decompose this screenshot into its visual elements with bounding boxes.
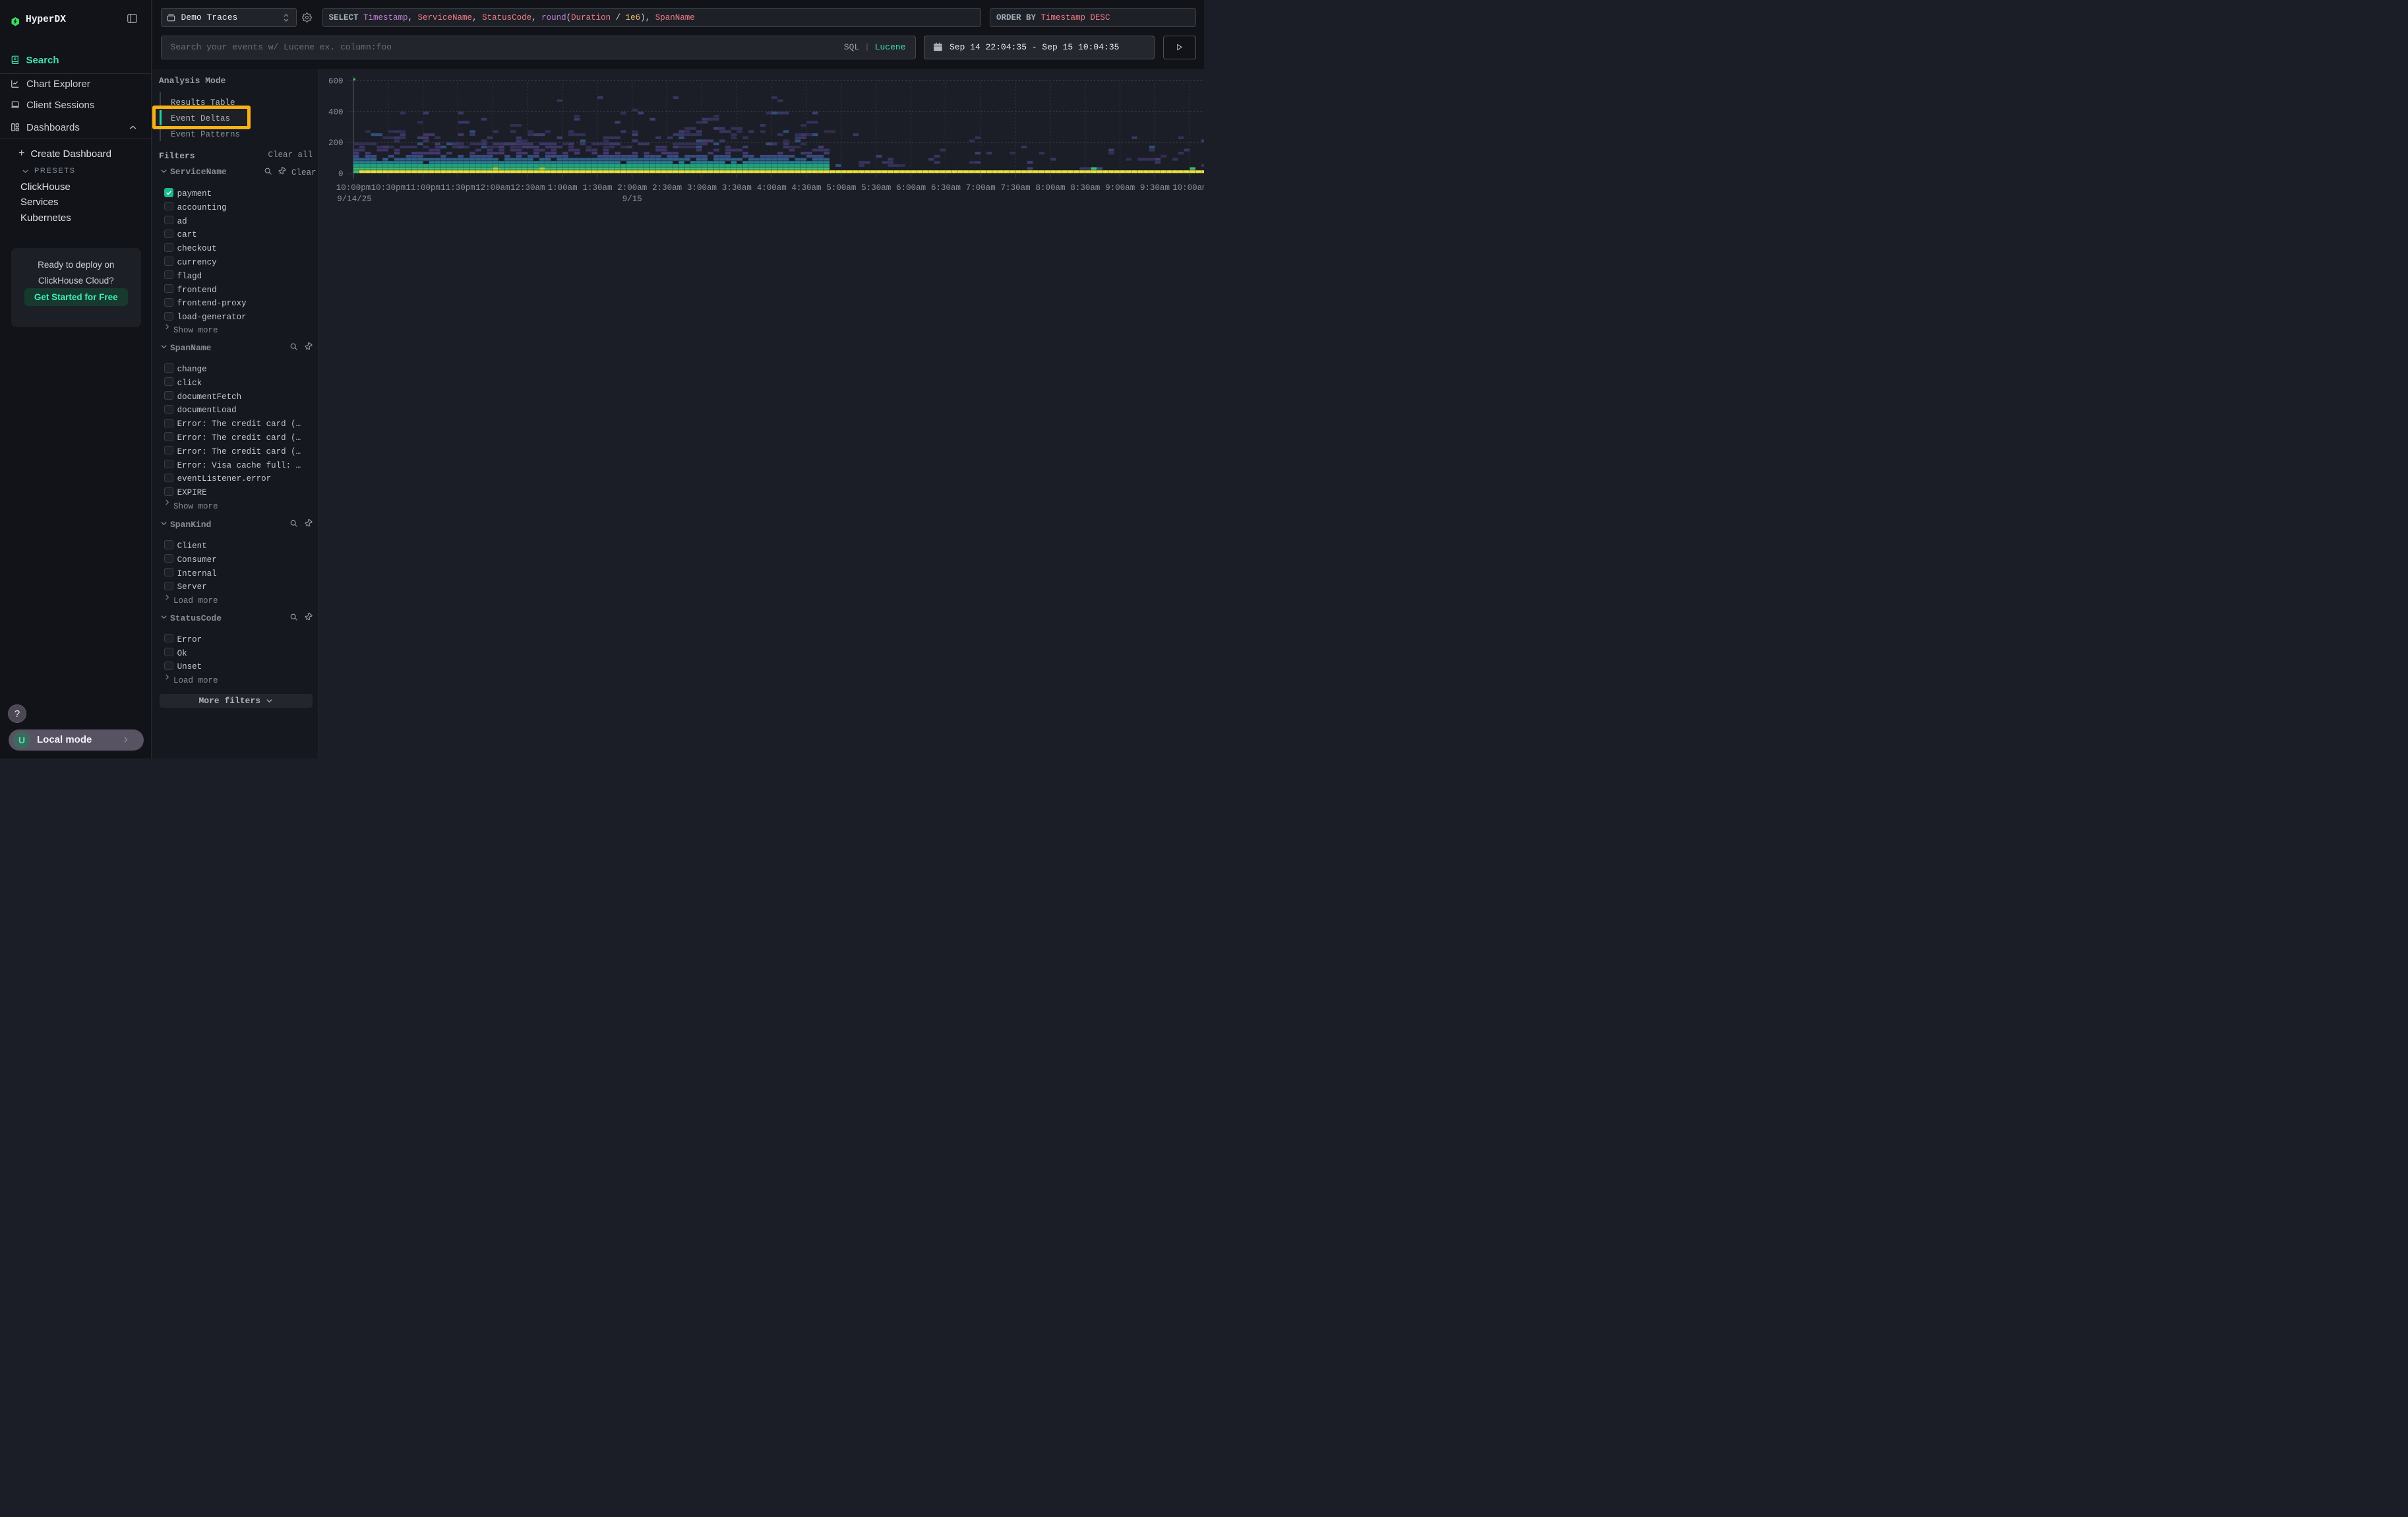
svg-text:3:30am: 3:30am [722, 183, 752, 193]
svg-text:1:00am: 1:00am [548, 183, 578, 193]
svg-text:7:30am: 7:30am [1001, 183, 1031, 193]
svg-text:12:30am: 12:30am [510, 183, 545, 193]
svg-text:9/15: 9/15 [622, 195, 642, 204]
svg-text:2:00am: 2:00am [617, 183, 647, 193]
svg-text:8:00am: 8:00am [1035, 183, 1065, 193]
svg-text:2:30am: 2:30am [652, 183, 682, 193]
svg-text:10:00pm: 10:00pm [336, 183, 371, 193]
svg-text:0: 0 [338, 170, 344, 179]
svg-text:9:00am: 9:00am [1105, 183, 1135, 193]
svg-text:600: 600 [328, 77, 344, 86]
svg-text:5:00am: 5:00am [826, 183, 856, 193]
svg-text:11:00pm: 11:00pm [406, 183, 440, 193]
svg-text:6:30am: 6:30am [931, 183, 961, 193]
svg-text:11:30pm: 11:30pm [440, 183, 475, 193]
svg-text:200: 200 [328, 139, 344, 148]
svg-text:10:30pm: 10:30pm [371, 183, 406, 193]
svg-text:9:30am: 9:30am [1140, 183, 1170, 193]
svg-text:7:00am: 7:00am [966, 183, 996, 193]
svg-text:400: 400 [328, 108, 344, 117]
svg-text:5:30am: 5:30am [861, 183, 891, 193]
svg-text:12:00am: 12:00am [475, 183, 510, 193]
svg-text:4:00am: 4:00am [757, 183, 787, 193]
svg-text:1:30am: 1:30am [582, 183, 612, 193]
svg-text:10:00am: 10:00am [1172, 183, 1204, 193]
svg-text:4:30am: 4:30am [792, 183, 822, 193]
svg-text:8:30am: 8:30am [1070, 183, 1100, 193]
svg-text:9/14/25: 9/14/25 [337, 195, 372, 204]
svg-text:6:00am: 6:00am [896, 183, 926, 193]
svg-text:3:00am: 3:00am [687, 183, 717, 193]
